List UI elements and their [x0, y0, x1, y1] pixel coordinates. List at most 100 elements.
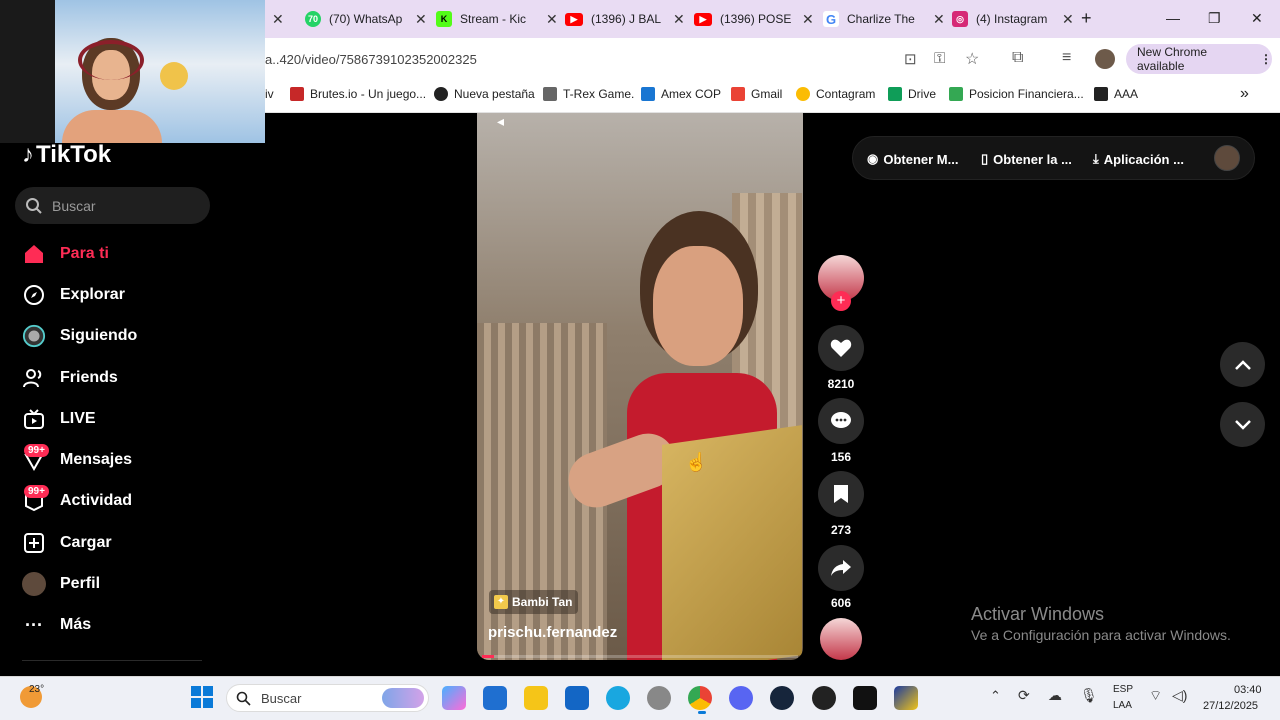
steam-icon[interactable] — [770, 686, 794, 710]
like-button[interactable] — [818, 325, 864, 371]
pill-label: Obtener M... — [883, 151, 959, 167]
nav-mas[interactable]: ··· Más — [22, 613, 91, 637]
wifi-icon[interactable]: ⌔ — [1149, 687, 1162, 705]
sound-tag[interactable]: ✦ Bambi Tan — [489, 590, 579, 614]
like-count: 8210 — [827, 377, 855, 391]
nav-live[interactable]: LIVE — [22, 407, 96, 431]
video-username[interactable]: prischu.fernandez — [488, 624, 617, 641]
windows-start-icon[interactable] — [191, 686, 213, 708]
file-explorer-icon[interactable] — [524, 686, 548, 710]
bookmark-label: Gmail — [751, 87, 783, 101]
user-avatar[interactable] — [1214, 145, 1240, 171]
nav-cargar[interactable]: Cargar — [22, 531, 112, 555]
nav-friends[interactable]: Friends — [22, 366, 118, 390]
share-button[interactable] — [818, 545, 864, 591]
bookmark-item[interactable]: AAA — [1094, 87, 1138, 101]
show-hidden-icons-icon[interactable]: ⌃ — [990, 688, 1001, 704]
chrome-icon[interactable] — [688, 686, 712, 710]
browser-tab[interactable]: K Stream - Kic ✕ — [436, 0, 558, 38]
tiktok-logo[interactable]: ♪ TikTok — [22, 141, 111, 169]
install-app-icon[interactable]: ⊡ — [904, 50, 917, 68]
bookmark-item[interactable]: Nueva pestaña — [434, 87, 535, 101]
volume-icon[interactable]: ◁) — [1172, 687, 1187, 704]
nav-perfil[interactable]: Perfil — [22, 572, 100, 596]
browser-tab[interactable]: ◎ (4) Instagram ✕ — [952, 0, 1074, 38]
browser-tab[interactable]: ▶ (1396) J BAL ✕ — [565, 0, 685, 38]
nav-explorar[interactable]: Explorar — [22, 283, 125, 307]
copilot-icon[interactable] — [442, 686, 466, 710]
edge-icon[interactable] — [606, 686, 630, 710]
restore-icon[interactable]: ❐ — [1208, 10, 1221, 27]
previous-video-button[interactable] — [1220, 342, 1265, 387]
more-bookmarks-icon[interactable]: » — [1240, 85, 1249, 103]
extensions-icon[interactable]: ⧉ — [1012, 49, 1023, 67]
key-icon[interactable]: ⚿ — [934, 50, 945, 67]
new-tab-button[interactable]: + — [1081, 8, 1092, 29]
clock-time[interactable]: 03:40 — [1234, 684, 1262, 696]
nav-mensajes[interactable]: 99+ Mensajes — [22, 444, 132, 472]
browser-tab[interactable]: 70 (70) WhatsAp ✕ — [305, 0, 427, 38]
keyboard-layout[interactable]: LAA — [1113, 700, 1132, 711]
onedrive-icon[interactable]: ☁ — [1048, 687, 1062, 704]
amex-icon — [641, 87, 655, 101]
profile-avatar[interactable] — [1095, 49, 1115, 69]
bookmark-item[interactable]: Posicion Financiera... — [949, 87, 1084, 101]
bookmark-item[interactable]: Brutes.io - Un juego... — [290, 87, 426, 101]
discord-icon[interactable] — [729, 686, 753, 710]
taskbar-search[interactable]: Buscar — [226, 684, 429, 712]
sync-icon[interactable]: ⟳ — [1018, 687, 1030, 704]
star-icon[interactable]: ☆ — [965, 49, 979, 69]
sidebar-divider — [22, 660, 202, 661]
browser-tab[interactable]: G Charlize The ✕ — [823, 0, 945, 38]
game-app-icon[interactable] — [812, 686, 836, 710]
minimize-icon[interactable]: — — [1166, 10, 1180, 26]
tab-close-icon[interactable]: ✕ — [1062, 11, 1074, 28]
outlook-icon[interactable] — [483, 686, 507, 710]
get-app-button[interactable]: ▯ Obtener la ... — [981, 151, 1072, 167]
tab-close-icon[interactable]: ✕ — [546, 11, 558, 28]
app-icon[interactable] — [894, 686, 918, 710]
search-box[interactable]: Buscar — [15, 187, 210, 224]
bookmark-item[interactable]: Gmail — [731, 87, 782, 101]
clock-date[interactable]: 27/12/2025 — [1203, 700, 1258, 712]
bookmark-item[interactable]: Amex COP — [641, 87, 721, 101]
store-icon[interactable] — [565, 686, 589, 710]
youtube-icon: ▶ — [694, 12, 712, 26]
language-code[interactable]: ESP — [1113, 684, 1133, 695]
follow-plus-icon[interactable]: + — [831, 291, 851, 311]
tiktok-note-icon: ♪ — [22, 141, 34, 168]
video-progress-track[interactable] — [482, 655, 798, 658]
get-coins-button[interactable]: ◉ Obtener M... — [867, 151, 958, 167]
tab-title: Charlize The — [847, 12, 915, 26]
close-window-icon[interactable]: ✕ — [1251, 10, 1263, 27]
bookmark-item[interactable]: Drive — [888, 87, 936, 101]
url-field[interactable]: a..420/video/7586739102352002325 — [265, 52, 477, 67]
bookmark-item[interactable]: iv — [265, 87, 274, 101]
settings-icon[interactable] — [647, 686, 671, 710]
video-player[interactable]: ✦ Bambi Tan prischu.fernandez — [477, 113, 803, 660]
nav-actividad[interactable]: 99+ Actividad — [22, 485, 132, 513]
tab-close-icon[interactable]: ✕ — [272, 11, 284, 28]
browser-tab[interactable]: ▶ (1396) POSE ✕ — [694, 0, 814, 38]
search-highlight-icon — [382, 688, 424, 708]
shoulders — [62, 110, 162, 143]
save-button[interactable] — [818, 471, 864, 517]
microphone-icon[interactable]: 🎙︎ — [1080, 687, 1098, 704]
media-control-icon[interactable]: ≡ — [1062, 49, 1071, 67]
tab-close-icon[interactable]: ✕ — [933, 11, 945, 28]
bookmark-item[interactable]: Contagram — [796, 87, 875, 101]
desktop-app-button[interactable]: ⤓ Aplicación ... — [1093, 151, 1184, 167]
nav-siguiendo[interactable]: Siguiendo — [22, 324, 137, 348]
music-disc-avatar[interactable] — [820, 618, 862, 660]
nav-para-ti[interactable]: Para ti — [22, 242, 109, 266]
next-video-button[interactable] — [1220, 402, 1265, 447]
comment-button[interactable] — [818, 398, 864, 444]
globe-icon — [434, 87, 448, 101]
bookmark-item[interactable]: T-Rex Game. — [543, 87, 634, 101]
new-chrome-button[interactable]: New Chrome available ⋮ — [1126, 44, 1272, 74]
tab-close-icon[interactable]: ✕ — [802, 11, 814, 28]
bookmark-label: Brutes.io - Un juego... — [310, 87, 427, 101]
tab-close-icon[interactable]: ✕ — [415, 11, 427, 28]
epic-games-icon[interactable] — [853, 686, 877, 710]
tab-close-icon[interactable]: ✕ — [673, 11, 685, 28]
